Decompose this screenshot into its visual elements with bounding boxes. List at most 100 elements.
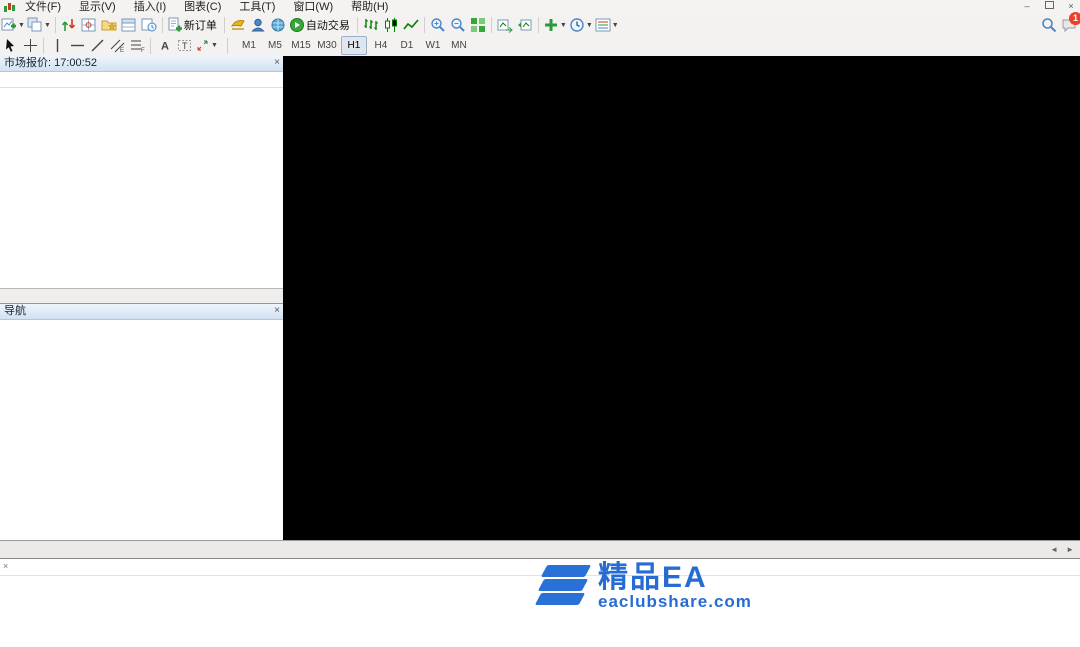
toolbar-separator (423, 17, 425, 33)
autotrading-icon (289, 18, 304, 32)
toolbar-standard: ▼ ▼ 新订单 自动交易 ▼ ▼ ▼ (0, 15, 1080, 36)
arrows-tool-button[interactable]: ▼ (195, 37, 218, 55)
market-watch-tabs (0, 288, 283, 304)
terminal-toggle-icon (121, 18, 136, 32)
mql5-button[interactable] (269, 16, 287, 34)
window-controls: – × (1020, 1, 1078, 12)
new-order-icon (168, 17, 182, 32)
autotrading-button[interactable]: 自动交易 (289, 16, 353, 34)
search-button[interactable] (1040, 16, 1058, 34)
periods-button[interactable]: ▼ (569, 16, 593, 34)
new-order-button[interactable]: 新订单 (167, 16, 220, 34)
text-tool-button[interactable]: A (155, 37, 173, 55)
tile-windows-button[interactable] (469, 16, 487, 34)
zoom-in-button[interactable] (429, 16, 447, 34)
timeframe-h4[interactable]: H4 (369, 37, 393, 54)
tab-scroll-right-icon[interactable]: ► (1062, 545, 1078, 554)
timeframe-m5[interactable]: M5 (263, 37, 287, 54)
zoom-out-button[interactable] (449, 16, 467, 34)
toolbar-separator (537, 17, 539, 33)
data-window-button[interactable] (80, 16, 98, 34)
toolbar-separator (356, 17, 358, 33)
toolbar-separator (161, 17, 163, 33)
profiles-icon (27, 17, 42, 32)
fibonacci-tool-button[interactable]: F (128, 37, 146, 55)
notification-badge: 1 (1069, 12, 1080, 25)
profiles-button[interactable]: ▼ (27, 16, 51, 34)
menu-item-5[interactable]: 窗口(W) (284, 1, 342, 13)
chevron-down-icon[interactable]: ▼ (211, 42, 218, 49)
minimize-button[interactable]: – (1020, 1, 1034, 12)
timeframe-m15[interactable]: M15 (289, 37, 313, 54)
toolbar-separator (490, 17, 492, 33)
trendline-icon (91, 39, 103, 52)
vline-icon (56, 39, 58, 52)
timeframe-w1[interactable]: W1 (421, 37, 445, 54)
menu-item-6[interactable]: 帮助(H) (342, 1, 397, 13)
restore-icon (1044, 1, 1054, 9)
market-watch-close-icon[interactable]: × (274, 57, 280, 69)
toolbar-drawing-timeframes: E F A T ▼ M1 M5 M15 M30 H1 H4 D1 W1 MN (0, 35, 1080, 57)
text-label-tool-button[interactable]: T (175, 37, 193, 55)
app-icon (4, 2, 15, 12)
restore-button[interactable] (1042, 1, 1056, 12)
chevron-down-icon[interactable]: ▼ (44, 22, 51, 29)
cursor-tool-button[interactable] (1, 37, 19, 55)
timeframe-h1[interactable]: H1 (340, 36, 367, 55)
new-chart-button[interactable]: ▼ (1, 16, 25, 34)
indicators-button[interactable]: ▼ (543, 16, 567, 34)
navigator-toggle-button[interactable] (100, 16, 118, 34)
strategy-tester-button[interactable] (140, 16, 158, 34)
templates-button[interactable]: ▼ (595, 16, 619, 34)
text-icon: A (161, 41, 169, 53)
toolbar-separator (150, 37, 151, 54)
timeframe-m30[interactable]: M30 (315, 37, 339, 54)
zoom-in-icon (431, 18, 445, 32)
metaeditor-icon (230, 20, 245, 30)
vline-tool-button[interactable] (48, 37, 66, 55)
auto-scroll-button[interactable] (496, 16, 514, 34)
market-watch-title: 市场报价: 17:00:52 (0, 56, 283, 72)
notifications-button[interactable]: 1 (1060, 12, 1080, 34)
timeframe-d1[interactable]: D1 (395, 37, 419, 54)
tab-scroll-left-icon[interactable]: ◄ (1046, 545, 1062, 554)
fibonacci-icon: F (130, 40, 145, 53)
trendline-tool-button[interactable] (88, 37, 106, 55)
chevron-down-icon[interactable]: ▼ (18, 22, 25, 29)
chart-bars-button[interactable] (362, 16, 380, 34)
chart-candles-button[interactable] (382, 16, 400, 34)
chart-shift-button[interactable] (516, 16, 534, 34)
hline-tool-button[interactable] (68, 37, 86, 55)
menu-item-2[interactable]: 插入(I) (125, 1, 175, 13)
svg-text:E: E (120, 48, 124, 53)
chart-line-button[interactable] (402, 16, 420, 34)
terminal-toggle-button[interactable] (120, 16, 138, 34)
menu-item-1[interactable]: 显示(V) (70, 1, 125, 13)
chevron-down-icon[interactable]: ▼ (560, 22, 567, 29)
chart-line-icon (403, 19, 419, 30)
chart-window[interactable] (283, 56, 1080, 540)
market-watch-toggle-button[interactable] (60, 16, 78, 34)
bottom-tab-band: ◄ ► (0, 540, 1080, 559)
periods-icon (570, 18, 584, 32)
close-button[interactable]: × (1064, 1, 1078, 12)
menu-item-3[interactable]: 图表(C) (175, 1, 230, 13)
channel-tool-button[interactable]: E (108, 37, 126, 55)
community-button[interactable] (249, 16, 267, 34)
mt4-window: 文件(F) 显示(V) 插入(I) 图表(C) 工具(T) 窗口(W) 帮助(H) – × ▼… (0, 0, 1080, 647)
market-watch-header (0, 72, 283, 88)
auto-scroll-icon (497, 19, 513, 33)
svg-text:F: F (141, 48, 145, 53)
crosshair-icon (23, 39, 37, 52)
navigator-close-icon[interactable]: × (274, 305, 280, 317)
toolbar-separator (43, 37, 44, 54)
menu-item-0[interactable]: 文件(F) (16, 1, 70, 13)
toolbar-separator (54, 17, 56, 33)
timeframe-mn[interactable]: MN (447, 37, 471, 54)
crosshair-tool-button[interactable] (21, 37, 39, 55)
timeframe-m1[interactable]: M1 (237, 37, 261, 54)
metaeditor-button[interactable] (229, 16, 247, 34)
chevron-down-icon[interactable]: ▼ (586, 22, 593, 29)
menu-item-4[interactable]: 工具(T) (230, 1, 284, 13)
chevron-down-icon[interactable]: ▼ (612, 22, 619, 29)
